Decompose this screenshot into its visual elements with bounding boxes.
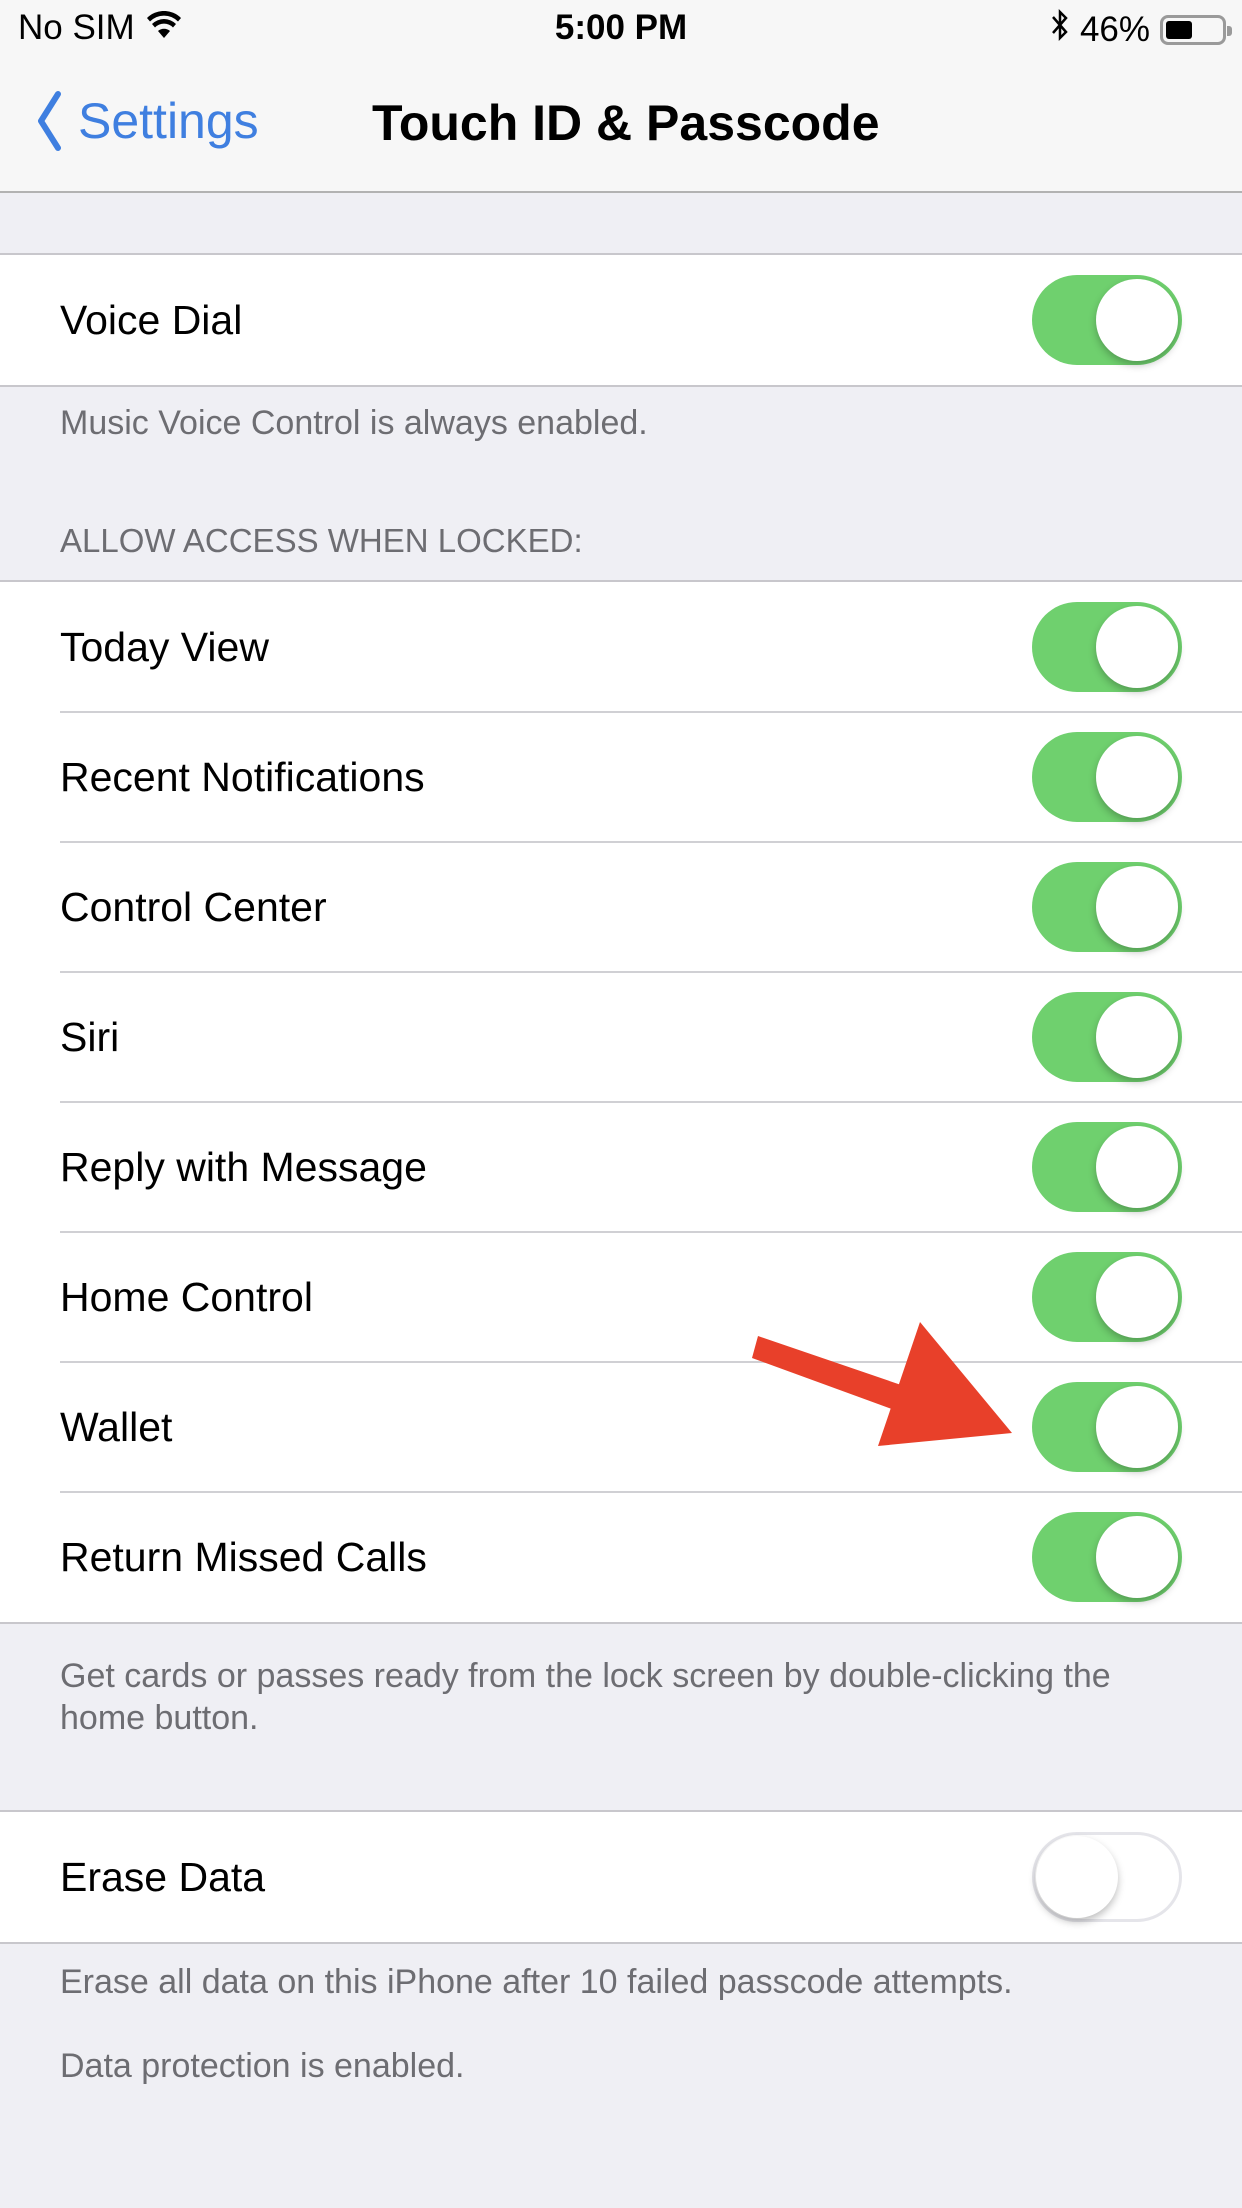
settings-row-erase-data: Erase Data [0, 1812, 1242, 1942]
battery-percent: 46% [1079, 9, 1150, 49]
row-label: Erase Data [60, 1854, 266, 1900]
section-header-allow-access: ALLOW ACCESS WHEN LOCKED: [60, 522, 583, 559]
settings-row-reply-with-message: Reply with Message [0, 1101, 1242, 1232]
settings-row-home-control: Home Control [0, 1231, 1242, 1362]
toggle-knob [1096, 1516, 1178, 1598]
row-label: Reply with Message [60, 1144, 427, 1190]
erase-data-group: Erase Data [0, 1810, 1242, 1944]
row-label: Return Missed Calls [60, 1534, 427, 1580]
settings-row-control-center: Control Center [0, 841, 1242, 972]
status-bar: No SIM 5:00 PM 46% [0, 0, 1242, 60]
data-protection-footer: Data protection is enabled. [60, 2047, 465, 2085]
recent-notifications-toggle[interactable] [1032, 732, 1182, 822]
row-label: Home Control [60, 1274, 313, 1320]
voice-dial-group: Voice Dial [0, 253, 1242, 387]
back-button[interactable]: Settings [36, 90, 259, 152]
row-label: Siri [60, 1014, 120, 1060]
voice-dial-footer: Music Voice Control is always enabled. [60, 404, 648, 442]
allow-access-footer: Get cards or passes ready from the lock … [60, 1657, 1111, 1737]
settings-row-voice-dial: Voice Dial [0, 255, 1242, 385]
wallet-toggle[interactable] [1032, 1382, 1182, 1472]
reply-with-message-toggle[interactable] [1032, 1122, 1182, 1212]
settings-row-today-view: Today View [0, 582, 1242, 712]
siri-toggle[interactable] [1032, 992, 1182, 1082]
row-label: Control Center [60, 884, 327, 930]
settings-row-recent-notifications: Recent Notifications [0, 711, 1242, 842]
toggle-knob [1096, 1256, 1178, 1338]
chevron-left-icon [38, 91, 61, 151]
row-label: Voice Dial [60, 297, 243, 343]
status-right: 46% [1050, 8, 1232, 51]
toggle-knob [1096, 996, 1178, 1078]
control-center-toggle[interactable] [1032, 862, 1182, 952]
settings-row-wallet: Wallet [0, 1361, 1242, 1492]
settings-row-return-missed-calls: Return Missed Calls [0, 1491, 1242, 1622]
allow-access-group: Today View Recent Notifications Control … [0, 580, 1242, 1624]
return-missed-calls-toggle[interactable] [1032, 1512, 1182, 1602]
bluetooth-icon [1050, 8, 1070, 51]
erase-data-toggle[interactable] [1032, 1832, 1182, 1922]
voice-dial-toggle[interactable] [1032, 275, 1182, 365]
toggle-knob [1096, 736, 1178, 818]
today-view-toggle[interactable] [1032, 602, 1182, 692]
toggle-knob [1096, 1126, 1178, 1208]
erase-data-footer: Erase all data on this iPhone after 10 f… [60, 1963, 1013, 2001]
toggle-knob [1096, 279, 1178, 361]
navigation-bar: Settings Touch ID & Passcode [0, 60, 1242, 193]
battery-icon [1160, 14, 1232, 45]
row-label: Recent Notifications [60, 754, 425, 800]
row-label: Wallet [60, 1404, 173, 1450]
toggle-knob [1036, 1836, 1118, 1918]
toggle-knob [1096, 1386, 1178, 1468]
home-control-toggle[interactable] [1032, 1252, 1182, 1342]
toggle-knob [1096, 606, 1178, 688]
battery-fill [1166, 20, 1192, 39]
row-label: Today View [60, 624, 269, 670]
toggle-knob [1096, 866, 1178, 948]
back-label: Settings [78, 93, 259, 149]
page-title: Touch ID & Passcode [372, 95, 880, 151]
settings-row-siri: Siri [0, 971, 1242, 1102]
